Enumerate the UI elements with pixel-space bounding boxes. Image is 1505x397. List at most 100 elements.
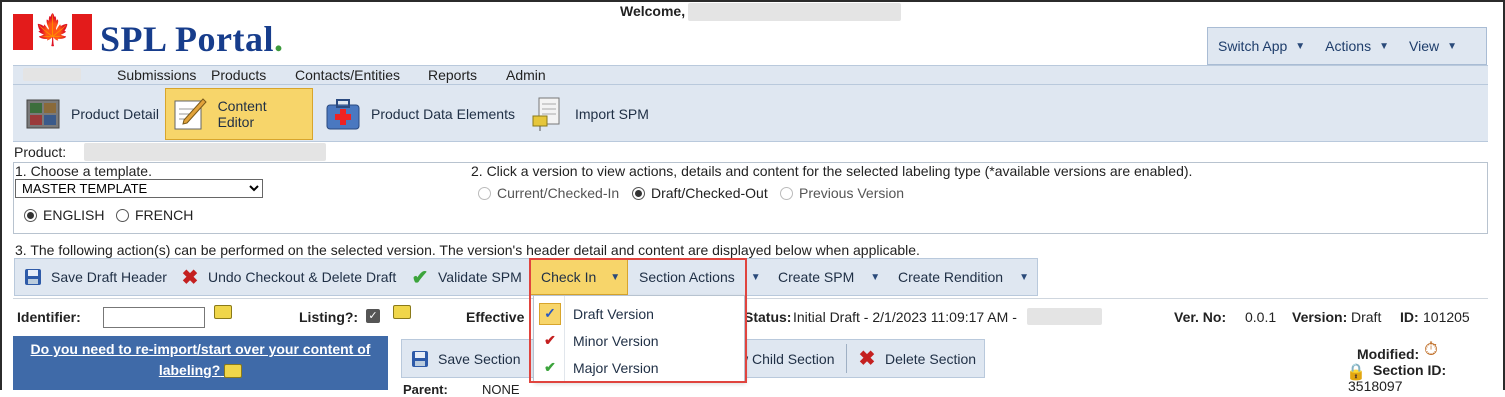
- welcome-label: Welcome,: [620, 3, 686, 19]
- redacted-nav-item: [23, 68, 81, 81]
- new-child-section-label: w Child Section: [738, 350, 835, 367]
- radio-disabled-icon: [478, 186, 491, 200]
- radio-disabled-icon: [780, 186, 793, 200]
- validate-spm-button[interactable]: ✔ Validate SPM: [410, 259, 522, 295]
- module-toolbar: Product Detail Content Editor Product Da…: [13, 84, 1488, 142]
- app-title: SPL Portal: [100, 19, 274, 59]
- reimport-link-line1: Do you need to re-import/start over your…: [30, 341, 371, 357]
- tab-product-data-elements[interactable]: Product Data Elements: [319, 88, 521, 140]
- undo-checkout-label: Undo Checkout & Delete Draft: [208, 269, 397, 285]
- app-logo-title: SPL Portal.: [100, 18, 284, 60]
- save-section-button[interactable]: Save Section: [410, 340, 521, 377]
- language-english-label: ENGLISH: [43, 207, 105, 223]
- nav-submissions[interactable]: Submissions: [117, 67, 196, 83]
- version-current-label: Current/Checked-In: [497, 185, 620, 201]
- undo-checkout-delete-draft-button[interactable]: ✖ Undo Checkout & Delete Draft: [180, 259, 397, 295]
- radio-selected-icon: [24, 208, 37, 222]
- delete-section-button[interactable]: ✖ Delete Section: [857, 340, 976, 377]
- check-in-minor-version[interactable]: ✔ Minor Version: [534, 327, 744, 354]
- create-spm-menu-button[interactable]: Create SPM ▼: [778, 259, 880, 295]
- check-in-draft-version[interactable]: ✓ Draft Version: [534, 300, 744, 327]
- red-x-icon: ✖: [181, 266, 199, 289]
- actions-label: Actions: [1325, 38, 1372, 54]
- actions-menu[interactable]: Actions ▼: [1315, 38, 1399, 54]
- reimport-panel: Do you need to re-import/start over your…: [13, 336, 388, 390]
- note-icon[interactable]: [393, 305, 411, 319]
- version-current-radio[interactable]: Current/Checked-In: [478, 185, 619, 201]
- tab-content-editor[interactable]: Content Editor: [165, 88, 313, 140]
- redacted-status-user: [1027, 308, 1102, 325]
- identifier-input[interactable]: [103, 307, 205, 328]
- reimport-link-line2: labeling?: [158, 362, 221, 378]
- minor-check-icon: ✔: [544, 332, 556, 348]
- version-label: Version:: [1292, 309, 1348, 325]
- section-actions-menu-button[interactable]: Section Actions ▼: [639, 259, 761, 295]
- product-detail-icon: [25, 96, 61, 132]
- maple-leaf-icon: 🍁: [34, 14, 72, 47]
- check-in-dropdown: ✓ Draft Version ✔ Minor Version ✔ Major …: [533, 295, 745, 382]
- id-value: 101205: [1423, 309, 1470, 325]
- save-icon: [410, 349, 430, 369]
- major-version-label: Major Version: [573, 359, 659, 376]
- listing-label: Listing?:: [299, 309, 359, 325]
- section-id-value: 3518097: [1348, 378, 1403, 394]
- minor-version-label: Minor Version: [573, 332, 659, 349]
- create-spm-label: Create SPM: [778, 269, 855, 285]
- product-label: Product:: [14, 144, 67, 160]
- major-check-icon: ✔: [544, 359, 556, 375]
- view-menu[interactable]: View ▼: [1399, 38, 1467, 54]
- save-draft-header-label: Save Draft Header: [51, 269, 167, 285]
- product-data-elements-icon: [325, 96, 361, 132]
- section-id-label: Section ID:: [1373, 362, 1447, 378]
- flag-left-band: [13, 14, 33, 50]
- check-in-label: Check In: [541, 269, 597, 285]
- note-icon[interactable]: [214, 305, 232, 319]
- language-english-radio[interactable]: ENGLISH: [24, 207, 104, 223]
- content-editor-icon: [172, 96, 208, 132]
- nav-admin[interactable]: Admin: [506, 67, 546, 83]
- version-draft-radio[interactable]: Draft/Checked-Out: [632, 185, 768, 201]
- new-child-section-button[interactable]: w Child Section: [738, 340, 835, 377]
- reimport-link[interactable]: Do you need to re-import/start over your…: [13, 339, 388, 381]
- listing-checkbox[interactable]: ✓: [366, 309, 380, 323]
- radio-icon: [116, 208, 129, 222]
- create-rendition-menu-button[interactable]: Create Rendition ▼: [898, 259, 1029, 295]
- top-menu: Switch App ▼ Actions ▼ View ▼: [1207, 27, 1487, 65]
- redacted-product-name: [84, 143, 326, 161]
- template-select[interactable]: MASTER TEMPLATE: [15, 179, 263, 198]
- switch-app-menu[interactable]: Switch App ▼: [1208, 38, 1315, 54]
- ver-no-value: 0.0.1: [1245, 309, 1277, 325]
- app-title-dot: .: [274, 19, 284, 59]
- toolbar-divider: [846, 344, 847, 373]
- nav-reports[interactable]: Reports: [428, 67, 477, 83]
- status-value: Initial Draft - 2/1/2023 11:09:17 AM -: [793, 309, 1017, 325]
- view-label: View: [1409, 38, 1440, 54]
- check-in-menu-button[interactable]: Check In ▼: [530, 259, 628, 295]
- welcome-text: Welcome,: [620, 3, 685, 19]
- ver-no-label: Ver. No:: [1174, 309, 1227, 325]
- version-value: Draft: [1351, 309, 1382, 325]
- create-rendition-label: Create Rendition: [898, 269, 1004, 285]
- check-in-major-version[interactable]: ✔ Major Version: [534, 354, 744, 381]
- section-actions-label: Section Actions: [639, 269, 735, 285]
- switch-app-label: Switch App: [1218, 38, 1288, 54]
- version-previous-radio[interactable]: Previous Version: [780, 185, 904, 201]
- nav-contacts-entities[interactable]: Contacts/Entities: [295, 67, 400, 83]
- tab-product-detail[interactable]: Product Detail: [19, 88, 165, 140]
- language-french-radio[interactable]: FRENCH: [116, 207, 193, 223]
- tab-import-spm[interactable]: Import SPM: [523, 88, 655, 140]
- red-x-icon: ✖: [858, 348, 876, 370]
- save-draft-header-button[interactable]: Save Draft Header: [23, 259, 167, 295]
- nav-products[interactable]: Products: [211, 67, 266, 83]
- draft-check-icon: ✓: [539, 302, 561, 325]
- status-label: Status:: [744, 309, 792, 325]
- chevron-down-icon: ▼: [610, 271, 621, 283]
- draft-version-label: Draft Version: [573, 305, 654, 322]
- language-french-label: FRENCH: [135, 207, 194, 223]
- delete-section-label: Delete Section: [885, 350, 977, 367]
- id-label: ID:: [1400, 309, 1419, 325]
- chevron-down-icon: ▼: [1447, 40, 1457, 52]
- note-icon: [224, 364, 243, 379]
- step3-label: 3. The following action(s) can be perfor…: [15, 242, 920, 258]
- step2-label: 2. Click a version to view actions, deta…: [471, 163, 1193, 179]
